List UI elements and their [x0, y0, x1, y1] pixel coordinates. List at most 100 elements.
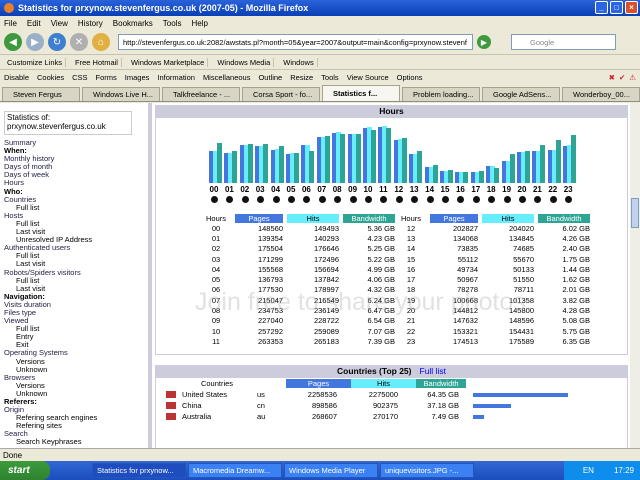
tab-corsa-sport[interactable]: Corsa Sport - fo... — [242, 87, 320, 101]
clock-icon — [211, 196, 218, 203]
menu-view[interactable]: View — [51, 19, 68, 28]
bar-bandwidth — [555, 139, 561, 183]
hours-table-right: Hours Pages Hits Bandwidth 12 202827 204020 6.0… — [396, 213, 590, 347]
dev-css[interactable]: CSS — [72, 73, 87, 82]
taskbar-firefox[interactable]: Statistics for prxynow... — [92, 463, 186, 478]
country-name[interactable]: Australia — [182, 412, 257, 421]
hours-table-cell: 139354 — [257, 233, 283, 243]
maximize-button[interactable]: □ — [610, 1, 623, 14]
dev-forms[interactable]: Forms — [96, 73, 117, 82]
url-text: http://stevenfergus.co.uk:2082/awstats.p… — [123, 37, 467, 47]
hours-table-cell: 4.28 GB — [562, 306, 590, 316]
menu-file[interactable]: File — [4, 19, 17, 28]
error-icon[interactable]: ✖ — [609, 73, 615, 82]
hours-table-cell: 149493 — [313, 223, 339, 233]
hours-table-cell: 140293 — [313, 233, 339, 243]
hours-table-cell: 12 — [406, 223, 416, 233]
dev-view-source[interactable]: View Source — [347, 73, 389, 82]
hour-label: 00 — [209, 185, 219, 194]
taskbar-image[interactable]: uniquevisitors.JPG -... — [380, 463, 474, 478]
hours-table-cell: 148596 — [508, 316, 534, 326]
tab-wonderboy[interactable]: Wonderboy_00... — [562, 87, 640, 101]
dev-tools[interactable]: Tools — [321, 73, 339, 82]
tab-windows-live[interactable]: Windows Live H... — [82, 87, 160, 101]
country-name[interactable]: United States — [182, 390, 257, 399]
sidebar-link[interactable]: Search Keyphrases — [4, 438, 148, 446]
bookmark-windows[interactable]: Windows — [280, 57, 318, 67]
language-indicator[interactable]: EN — [583, 466, 594, 475]
vertical-scrollbar[interactable] — [630, 103, 640, 448]
hours-table-cell: 03 — [211, 254, 221, 264]
warning-icon[interactable]: ⚠ — [629, 73, 636, 82]
hours-table-cell: 137842 — [313, 275, 339, 285]
tab-statistics[interactable]: Statistics f... — [322, 85, 400, 101]
col-bandwidth: Bandwidth — [538, 213, 590, 223]
bookmark-windows-media[interactable]: Windows Media — [214, 57, 275, 67]
tab-problem-loading[interactable]: Problem loading... — [402, 87, 480, 101]
forward-button[interactable]: ▶ — [26, 33, 44, 51]
taskbar-dreamweaver[interactable]: Macromedia Dreamw... — [188, 463, 282, 478]
menu-history[interactable]: History — [78, 19, 103, 28]
taskbar-media-player[interactable]: Windows Media Player — [284, 463, 378, 478]
bar-bandwidth — [417, 151, 423, 183]
tab-steven-fergus[interactable]: Steven Fergus — [2, 87, 80, 101]
dev-images[interactable]: Images — [125, 73, 150, 82]
hours-table-cell: 136793 — [257, 275, 283, 285]
status-bar: Done — [0, 448, 640, 461]
search-input[interactable]: Google — [511, 34, 616, 50]
menu-edit[interactable]: Edit — [27, 19, 41, 28]
sidebar-link[interactable]: Days of week — [4, 171, 148, 179]
hour-label: 17 — [471, 185, 481, 194]
hours-table-cell: 259089 — [313, 326, 339, 336]
hours-table-cell: 1.44 GB — [562, 264, 590, 274]
bookmark-free-hotmail[interactable]: Free Hotmail — [72, 57, 122, 67]
clock-icon — [257, 196, 265, 203]
country-hits: 902375 — [372, 401, 398, 410]
tab-talkfreelance[interactable]: Talkfreelance - ... — [162, 87, 240, 101]
minimize-button[interactable]: _ — [595, 1, 608, 14]
tab-google-adsense[interactable]: Google AdSens... — [482, 87, 560, 101]
hour-label: 09 — [348, 185, 358, 194]
dev-miscellaneous[interactable]: Miscellaneous — [203, 73, 251, 82]
clock-icon — [565, 196, 573, 203]
close-button[interactable]: × — [625, 1, 638, 14]
hour-label: 20 — [517, 185, 527, 194]
system-tray: EN 17:29 — [564, 461, 640, 480]
dev-outline[interactable]: Outline — [258, 73, 282, 82]
clock-icon — [411, 196, 419, 203]
dev-options[interactable]: Options — [397, 73, 423, 82]
scrollbar-thumb[interactable] — [631, 198, 639, 228]
menu-tools[interactable]: Tools — [163, 19, 182, 28]
clock-icon — [457, 196, 465, 203]
back-button[interactable]: ◀ — [4, 33, 22, 51]
hours-table-cell: 148560 — [257, 223, 283, 233]
sidebar-link[interactable]: Hours — [4, 179, 148, 187]
hours-table-row: 03 171299 172496 5.22 GB — [201, 254, 395, 264]
hour-label: 05 — [286, 185, 296, 194]
sidebar-link[interactable]: Full list — [4, 203, 148, 212]
bookmark-customize-links[interactable]: Customize Links — [4, 57, 67, 67]
url-bar[interactable]: http://stevenfergus.co.uk:2082/awstats.p… — [118, 34, 473, 50]
css-icon[interactable]: ✔ — [619, 73, 625, 82]
bookmark-windows-marketplace[interactable]: Windows Marketplace — [128, 57, 209, 67]
menu-help[interactable]: Help — [191, 19, 207, 28]
reload-button[interactable]: ↻ — [48, 33, 66, 51]
country-pages: 2258536 — [307, 390, 337, 399]
bar-bandwidth — [263, 143, 269, 183]
start-button[interactable]: start — [0, 461, 50, 480]
clock-icon — [472, 196, 480, 203]
countries-full-list-link[interactable]: Full list — [420, 366, 446, 376]
col-bandwidth: Bandwidth — [343, 213, 395, 223]
country-name[interactable]: China — [182, 401, 257, 410]
dev-resize[interactable]: Resize — [290, 73, 313, 82]
bar-bandwidth — [509, 154, 515, 183]
dev-cookies[interactable]: Cookies — [37, 73, 64, 82]
dev-information[interactable]: Information — [157, 73, 195, 82]
hour-label: 08 — [332, 185, 342, 194]
home-button[interactable]: ⌂ — [92, 33, 110, 51]
bar-bandwidth — [340, 134, 346, 183]
go-button[interactable]: ▶ — [477, 35, 491, 49]
stop-button[interactable]: ✕ — [70, 33, 88, 51]
menu-bookmarks[interactable]: Bookmarks — [113, 19, 153, 28]
dev-disable[interactable]: Disable — [4, 73, 29, 82]
